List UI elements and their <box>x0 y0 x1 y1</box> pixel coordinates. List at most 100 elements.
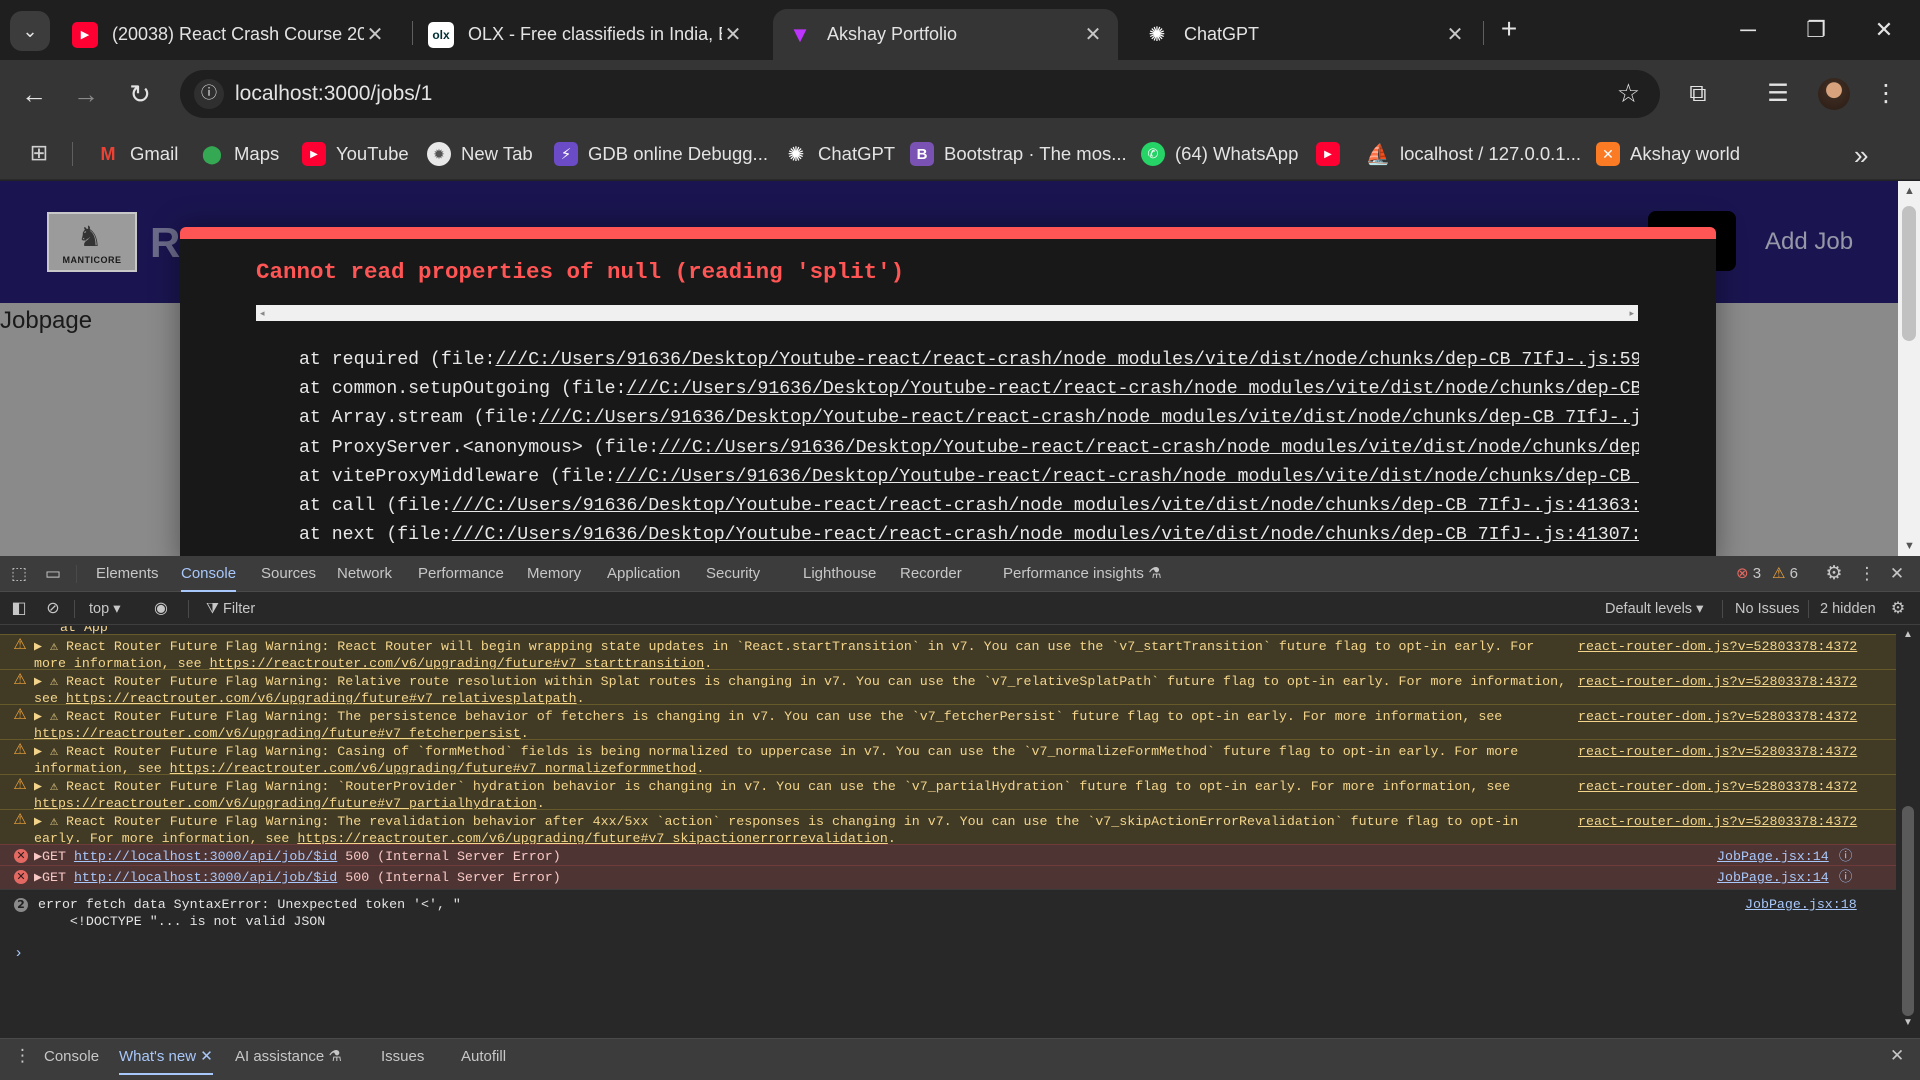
tab-performance-insights[interactable]: Performance insights ⚗ <box>1003 556 1162 592</box>
scroll-left-icon[interactable]: ◂ <box>260 305 265 321</box>
tab-application[interactable]: Application <box>607 556 680 592</box>
new-tab-button[interactable]: + <box>1494 14 1524 44</box>
source-link[interactable]: react-router-dom.js?v=52803378:4372 <box>1578 673 1857 690</box>
close-icon[interactable]: ✕ <box>200 1048 213 1065</box>
scroll-right-icon[interactable]: ▸ <box>1629 305 1634 321</box>
drawer-tab-console[interactable]: Console <box>44 1039 99 1075</box>
drawer-tab-whats-new[interactable]: What's new ✕ <box>119 1039 213 1075</box>
console-message-warning[interactable]: ⚠ ▶ ⚠ React Router Future Flag Warning: … <box>0 634 1896 671</box>
tab-recorder[interactable]: Recorder <box>900 556 962 592</box>
bookmark-star-icon[interactable]: ☆ <box>1617 78 1640 109</box>
stack-path-link[interactable]: ///C:/Users/91636/Desktop/Youtube-react/… <box>452 525 1639 545</box>
device-toolbar-icon[interactable]: ▭ <box>42 563 64 585</box>
media-controls-icon[interactable]: ☰ <box>1760 76 1796 112</box>
stack-path-link[interactable]: ///C:/Users/91636/Desktop/Youtube-react/… <box>616 467 1639 487</box>
filter-input[interactable]: ⧩ Filter <box>206 593 255 625</box>
more-bookmarks-icon[interactable]: » <box>1854 140 1868 171</box>
message-link[interactable]: http://localhost:3000/api/job/$id <box>74 849 337 864</box>
console-message-warning[interactable]: ⚠ ▶ ⚠ React Router Future Flag Warning: … <box>0 774 1896 811</box>
close-icon[interactable]: ✕ <box>1444 22 1466 47</box>
tab-network[interactable]: Network <box>337 556 392 592</box>
forward-button[interactable]: → <box>66 74 106 114</box>
settings-gear-icon[interactable]: ⚙ <box>1823 563 1845 585</box>
bookmark-gmail[interactable]: M Gmail <box>96 138 179 170</box>
tab-chatgpt[interactable]: ✺ ChatGPT ✕ <box>1130 9 1480 60</box>
log-levels-dropdown[interactable]: Default levels ▾ <box>1605 593 1703 625</box>
close-icon[interactable]: ✕ <box>364 22 386 47</box>
console-message-error[interactable]: ✕ ▶GET http://localhost:3000/api/job/$id… <box>0 844 1896 865</box>
console-scrollbar[interactable]: ▲ ▼ <box>1896 626 1920 1031</box>
bookmark-phpmyadmin[interactable]: ⛵ localhost / 127.0.0.1... <box>1366 138 1581 170</box>
url-text[interactable]: localhost:3000/jobs/1 <box>235 82 432 106</box>
console-message-warning[interactable]: ⚠ ▶ ⚠ React Router Future Flag Warning: … <box>0 704 1896 741</box>
stack-path-link[interactable]: ///C:/Users/91636/Desktop/Youtube-react/… <box>539 408 1639 428</box>
source-link[interactable]: JobPage.jsx:14 <box>1717 869 1829 886</box>
sidebar-toggle-icon[interactable]: ◧ <box>8 598 30 620</box>
source-link[interactable]: JobPage.jsx:14 <box>1717 848 1829 865</box>
scrollbar-thumb[interactable] <box>1902 806 1914 1016</box>
drawer-tab-ai-assistance[interactable]: AI assistance ⚗ <box>235 1039 342 1075</box>
network-request-icon[interactable]: ⓘ <box>1839 869 1852 886</box>
clear-console-icon[interactable]: ⊘ <box>42 598 64 620</box>
restore-button[interactable]: ❐ <box>1796 10 1836 50</box>
bookmark-new-tab[interactable]: ✹ New Tab <box>427 138 533 170</box>
profile-avatar[interactable] <box>1818 78 1850 110</box>
tab-lighthouse[interactable]: Lighthouse <box>803 556 876 592</box>
network-request-icon[interactable]: ⓘ <box>1839 848 1852 865</box>
drawer-tab-issues[interactable]: Issues <box>381 1039 424 1075</box>
bookmark-bootstrap[interactable]: B Bootstrap · The mos... <box>910 138 1127 170</box>
tab-akshay-portfolio[interactable]: ▼ Akshay Portfolio ✕ <box>773 9 1118 60</box>
stack-path-link[interactable]: ///C:/Users/91636/Desktop/Youtube-react/… <box>626 379 1639 399</box>
console-message-error[interactable]: ✕ ▶GET http://localhost:3000/api/job/$id… <box>0 865 1896 889</box>
address-bar[interactable]: ⓘ localhost:3000/jobs/1 ☆ <box>180 70 1660 118</box>
console-settings-icon[interactable]: ⚙ <box>1887 598 1909 620</box>
context-selector[interactable]: top ▾ <box>89 593 120 625</box>
bookmark-chatgpt[interactable]: ✺ ChatGPT <box>784 138 896 170</box>
stack-path-link[interactable]: ///C:/Users/91636/Desktop/Youtube-react/… <box>495 350 1639 370</box>
close-icon[interactable]: ✕ <box>722 22 744 47</box>
reload-button[interactable]: ↻ <box>120 74 160 114</box>
source-link[interactable]: JobPage.jsx:18 <box>1745 896 1857 913</box>
close-window-button[interactable]: ✕ <box>1864 10 1904 50</box>
tab-console[interactable]: Console <box>181 556 237 592</box>
back-button[interactable]: ← <box>14 74 54 114</box>
inspect-element-icon[interactable]: ⬚ <box>8 563 30 585</box>
issues-button[interactable]: No Issues <box>1735 593 1799 625</box>
error-count-badge[interactable]: ⊗ 3 <box>1736 556 1761 592</box>
console-message-warning[interactable]: ⚠ ▶ ⚠ React Router Future Flag Warning: … <box>0 669 1896 706</box>
tab-elements[interactable]: Elements <box>96 556 159 592</box>
page-scrollbar[interactable]: ▲ ▼ <box>1898 181 1920 556</box>
close-devtools-icon[interactable]: ✕ <box>1886 563 1908 585</box>
tab-sources[interactable]: Sources <box>261 556 316 592</box>
minimize-button[interactable]: ─ <box>1728 10 1768 50</box>
source-link[interactable]: react-router-dom.js?v=52803378:4372 <box>1578 638 1857 655</box>
bookmark-akshay-world[interactable]: ✕ Akshay world <box>1596 138 1740 170</box>
scroll-up-icon[interactable]: ▲ <box>1903 629 1913 640</box>
source-link[interactable]: react-router-dom.js?v=52803378:4372 <box>1578 708 1857 725</box>
source-link[interactable]: react-router-dom.js?v=52803378:4372 <box>1578 778 1857 795</box>
console-message-warning[interactable]: ⚠ ▶ ⚠ React Router Future Flag Warning: … <box>0 809 1896 846</box>
drawer-menu-icon[interactable]: ⋮ <box>14 1046 31 1066</box>
add-job-link[interactable]: Add Job <box>1765 228 1853 256</box>
message-link[interactable]: http://localhost:3000/api/job/$id <box>74 870 337 885</box>
close-icon[interactable]: ✕ <box>1082 22 1104 47</box>
scroll-down-icon[interactable]: ▼ <box>1903 1017 1913 1028</box>
horizontal-scrollbar[interactable]: ◂ ▸ <box>256 305 1638 321</box>
close-drawer-icon[interactable]: ✕ <box>1890 1046 1904 1066</box>
console-message-warning[interactable]: ⚠ ▶ ⚠ React Router Future Flag Warning: … <box>0 739 1896 776</box>
scroll-down-icon[interactable]: ▼ <box>1904 540 1915 552</box>
tab-youtube[interactable]: ▶ (20038) React Crash Course 202 ✕ <box>58 9 400 60</box>
more-menu-icon[interactable]: ⋮ <box>1868 76 1904 112</box>
apps-grid-icon[interactable]: ⊞ <box>26 140 52 166</box>
tab-security[interactable]: Security <box>706 556 760 592</box>
bookmark-youtube[interactable]: ▶ YouTube <box>302 138 409 170</box>
bookmark-gdb[interactable]: ⚡ GDB online Debugg... <box>554 138 768 170</box>
scroll-up-icon[interactable]: ▲ <box>1904 185 1915 197</box>
app-logo[interactable]: ♞ MANTICORE <box>47 212 137 272</box>
source-link[interactable]: react-router-dom.js?v=52803378:4372 <box>1578 743 1857 760</box>
tab-performance[interactable]: Performance <box>418 556 504 592</box>
tab-olx[interactable]: olx OLX - Free classifieds in India, B ✕ <box>414 9 758 60</box>
stack-path-link[interactable]: ///C:/Users/91636/Desktop/Youtube-react/… <box>452 496 1639 516</box>
console-prompt[interactable]: › <box>14 945 23 962</box>
warning-count-badge[interactable]: ⚠ 6 <box>1772 556 1798 592</box>
